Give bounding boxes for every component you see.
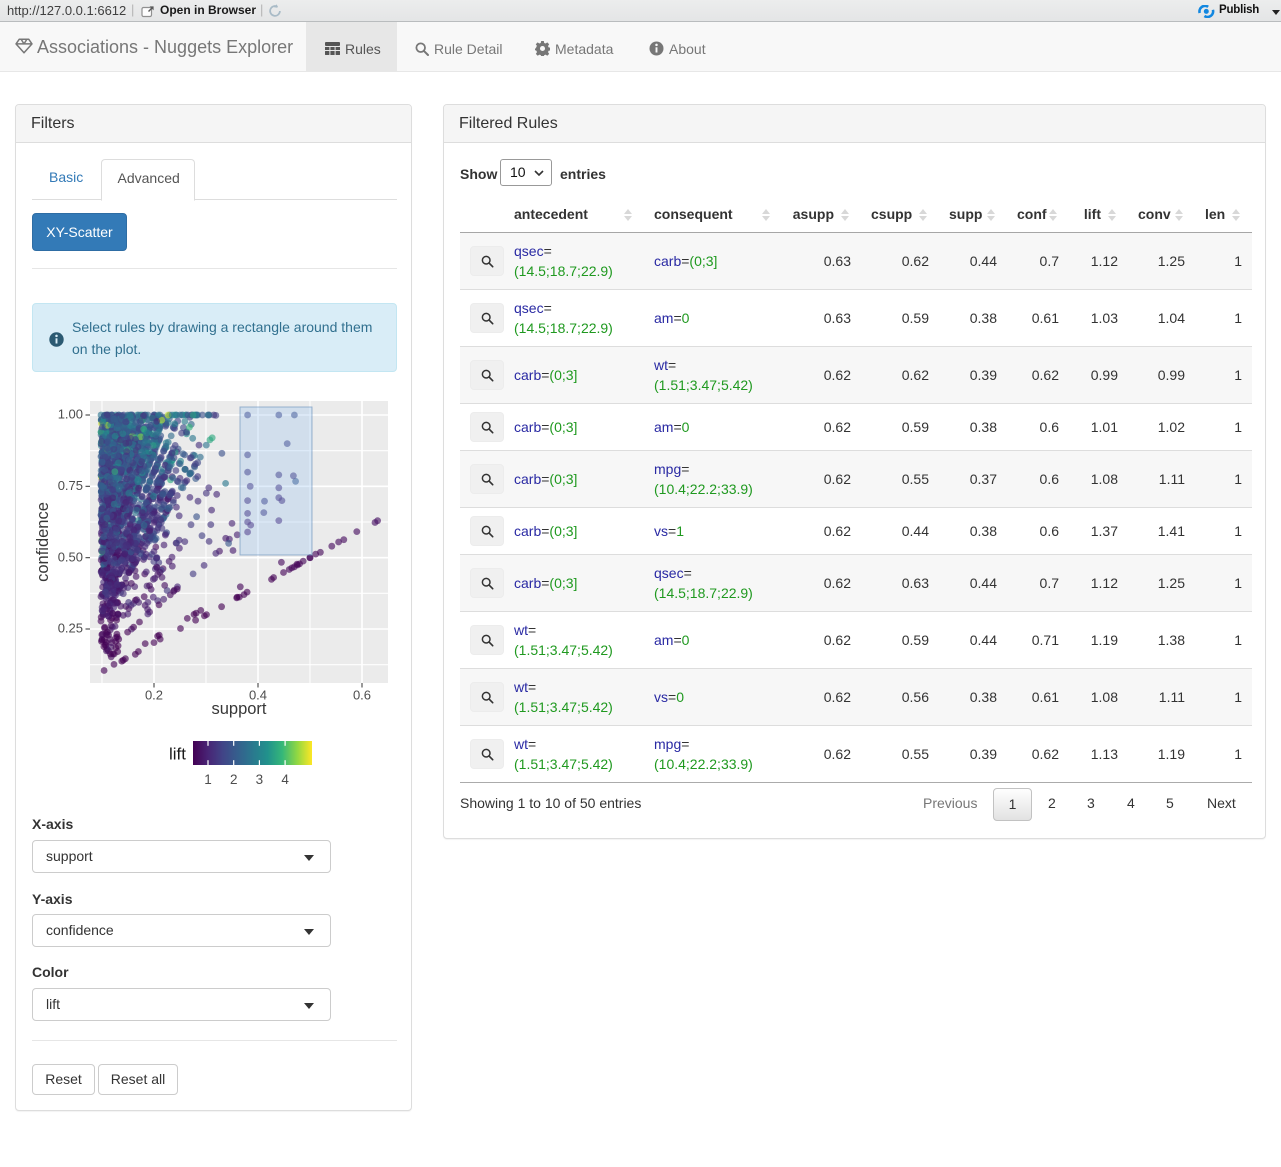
svg-text:1: 1 bbox=[204, 772, 212, 787]
svg-text:lift: lift bbox=[169, 745, 186, 764]
svg-text:2: 2 bbox=[230, 772, 238, 787]
svg-text:0.75: 0.75 bbox=[58, 478, 83, 493]
svg-text:4: 4 bbox=[281, 772, 289, 787]
svg-text:0.6: 0.6 bbox=[353, 688, 371, 703]
svg-text:1.00: 1.00 bbox=[58, 407, 83, 422]
svg-text:support: support bbox=[211, 700, 266, 718]
svg-text:0.2: 0.2 bbox=[145, 688, 163, 703]
svg-text:0.25: 0.25 bbox=[58, 621, 83, 636]
svg-text:confidence: confidence bbox=[34, 502, 52, 582]
svg-text:3: 3 bbox=[256, 772, 264, 787]
svg-text:0.50: 0.50 bbox=[58, 549, 83, 564]
